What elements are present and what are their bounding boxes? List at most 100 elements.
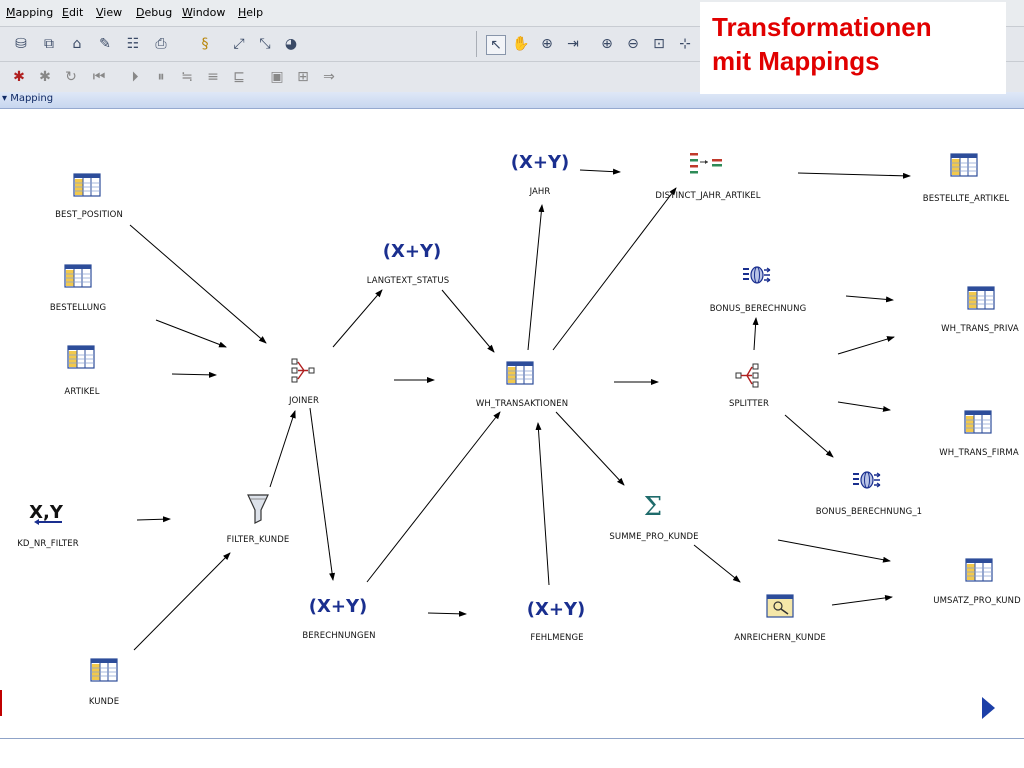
constant-icon: X,Y [29,502,64,525]
mapping-edge[interactable] [366,411,501,583]
sigma-icon: Σ [644,492,662,522]
bug-icon[interactable]: ✱ [10,68,28,86]
mapping-edge[interactable] [427,610,467,617]
next-slide-arrow-icon[interactable] [982,697,995,719]
database-icon[interactable]: ⛁ [12,35,30,53]
mapping-edge[interactable] [535,422,550,586]
fit-icon[interactable]: ⇥ [564,35,582,53]
node-label-wh-transaktionen[interactable]: WH_TRANSAKTIONEN [476,399,568,409]
mapping-edge[interactable] [133,552,231,651]
seahorse-icon[interactable]: § [196,35,214,53]
step-over-icon[interactable]: ≒ [178,68,196,86]
node-label-bonus-berechnung[interactable]: BONUS_BERECHNUNG [710,304,807,314]
watch-icon[interactable]: ▣ [268,68,286,86]
mapping-edge[interactable] [752,317,759,351]
mapping-edge[interactable] [579,168,621,175]
run-to-icon[interactable]: ⇒ [320,68,338,86]
node-label-langtext-status[interactable]: LANGTEXT_STATUS [367,276,449,286]
node-label-filter-kunde[interactable]: FILTER_KUNDE [227,535,290,545]
node-label-wh-trans-firma[interactable]: WH_TRANS_FIRMA [939,448,1018,458]
footer-divider [0,738,1024,739]
properties-icon[interactable]: ☷ [124,35,142,53]
table-icon-wh-trans-privat [967,286,995,310]
layout-icon[interactable]: ⊹ [676,35,694,53]
expression-icon-langtext: (X+Y) [383,241,441,262]
palette-icon[interactable]: ◕ [282,35,300,53]
bonus-icon [742,266,771,284]
breakpoint-icon[interactable]: ⊞ [294,68,312,86]
mapping-edge[interactable] [845,295,894,303]
mapping-edge[interactable] [693,544,741,583]
node-label-jahr[interactable]: JAHR [530,187,551,197]
step-into-icon[interactable]: ≡ [204,68,222,86]
mapping-edge[interactable] [837,336,895,355]
mapping-edge[interactable] [837,401,891,412]
node-label-fehlmenge[interactable]: FEHLMENGE [530,633,583,643]
mapping-edge[interactable] [332,289,383,348]
node-label-berechnungen[interactable]: BERECHNUNGEN [302,631,375,641]
add-operator-icon[interactable]: ⊕ [538,35,556,53]
node-label-wh-trans-privat[interactable]: WH_TRANS_PRIVA [941,324,1019,334]
hand-icon[interactable]: ✋ [512,35,530,53]
step-out-icon[interactable]: ⊑ [230,68,248,86]
link-icon[interactable]: ⤡ [256,35,274,53]
node-label-bestellung[interactable]: BESTELLUNG [50,303,106,313]
node-label-splitter[interactable]: SPLITTER [729,399,769,409]
zoom-fit-icon[interactable]: ⊡ [650,35,668,53]
menu-edit[interactable]: Edit [62,6,83,19]
menu-window[interactable]: Window [182,6,225,19]
menu-view[interactable]: View [96,6,122,19]
pointer-icon[interactable]: ↖ [486,35,506,55]
mapping-edge[interactable] [309,407,336,581]
mapping-edge[interactable] [552,187,677,351]
zoom-in-icon[interactable]: ⊕ [598,35,616,53]
table-icon-wh-trans-firma [964,410,992,434]
node-label-kunde[interactable]: KUNDE [89,697,119,707]
mapping-canvas[interactable]: Σ (X+Y) (X+Y) (X+Y) (X+Y) X,Y BEST_POSIT… [0,109,1024,738]
table-icon-bestellte-artikel [950,153,978,177]
node-label-distinct-jahr-artikel[interactable]: DISTINCT_JAHR_ARTIKEL [655,191,760,201]
zoom-out-icon[interactable]: ⊖ [624,35,642,53]
tag-icon[interactable]: ⌂ [68,35,86,53]
pause-icon[interactable]: ⏸ [152,68,170,86]
mapping-edge[interactable] [136,516,171,523]
mapping-edge[interactable] [155,319,227,348]
node-label-artikel[interactable]: ARTIKEL [64,387,99,397]
mapping-edge[interactable] [171,371,217,378]
edit-icon[interactable]: ✎ [96,35,114,53]
edge-layer [129,168,911,651]
node-label-umsatz-pro-kunde[interactable]: UMSATZ_PRO_KUND [933,596,1020,606]
tab-mapping-label: Mapping [10,93,54,104]
mapping-edge[interactable] [784,414,834,458]
constant-glyph: X,Y [29,502,64,523]
print-icon[interactable]: ⎙ [152,35,170,53]
node-label-bestellte-artikel[interactable]: BESTELLTE_ARTIKEL [923,194,1009,204]
toolbar-divider [476,31,477,57]
mapping-edge[interactable] [527,204,545,351]
tab-mapping[interactable]: ▾ Mapping [2,93,53,104]
copy-icon[interactable]: ⧉ [40,35,58,53]
mapping-edge[interactable] [831,594,893,606]
menu-mapping[interactable]: Mapping [6,6,53,19]
menu-debug[interactable]: Debug [136,6,172,19]
node-label-kd-nr-filter[interactable]: KD_NR_FILTER [17,539,79,549]
node-label-bonus-berechnung-1[interactable]: BONUS_BERECHNUNG_1 [816,507,922,517]
menu-help[interactable]: Help [238,6,263,19]
mapping-edge[interactable] [269,410,296,488]
editor-tab-strip: ▾ Mapping [0,92,1024,109]
mapping-edge[interactable] [555,411,625,486]
connect-icon[interactable]: ⤢ [230,35,248,53]
step-back-icon[interactable]: ⏮ [90,68,108,86]
node-label-best-position[interactable]: BEST_POSITION [55,210,123,220]
mapping-edge[interactable] [797,172,911,179]
bug-off-icon[interactable]: ✱ [36,68,54,86]
mapping-edge[interactable] [441,289,495,353]
restart-icon[interactable]: ↻ [62,68,80,86]
node-label-anreichern-kunde[interactable]: ANREICHERN_KUNDE [734,633,826,643]
node-label-summe-pro-kunde[interactable]: SUMME_PRO_KUNDE [609,532,698,542]
mapping-edge[interactable] [129,224,267,344]
mapping-edge[interactable] [777,539,891,563]
resume-icon[interactable]: ⏵ [126,68,144,86]
expression-icon-fehlmenge: (X+Y) [527,599,585,620]
node-label-joiner[interactable]: JOINER [289,396,319,406]
